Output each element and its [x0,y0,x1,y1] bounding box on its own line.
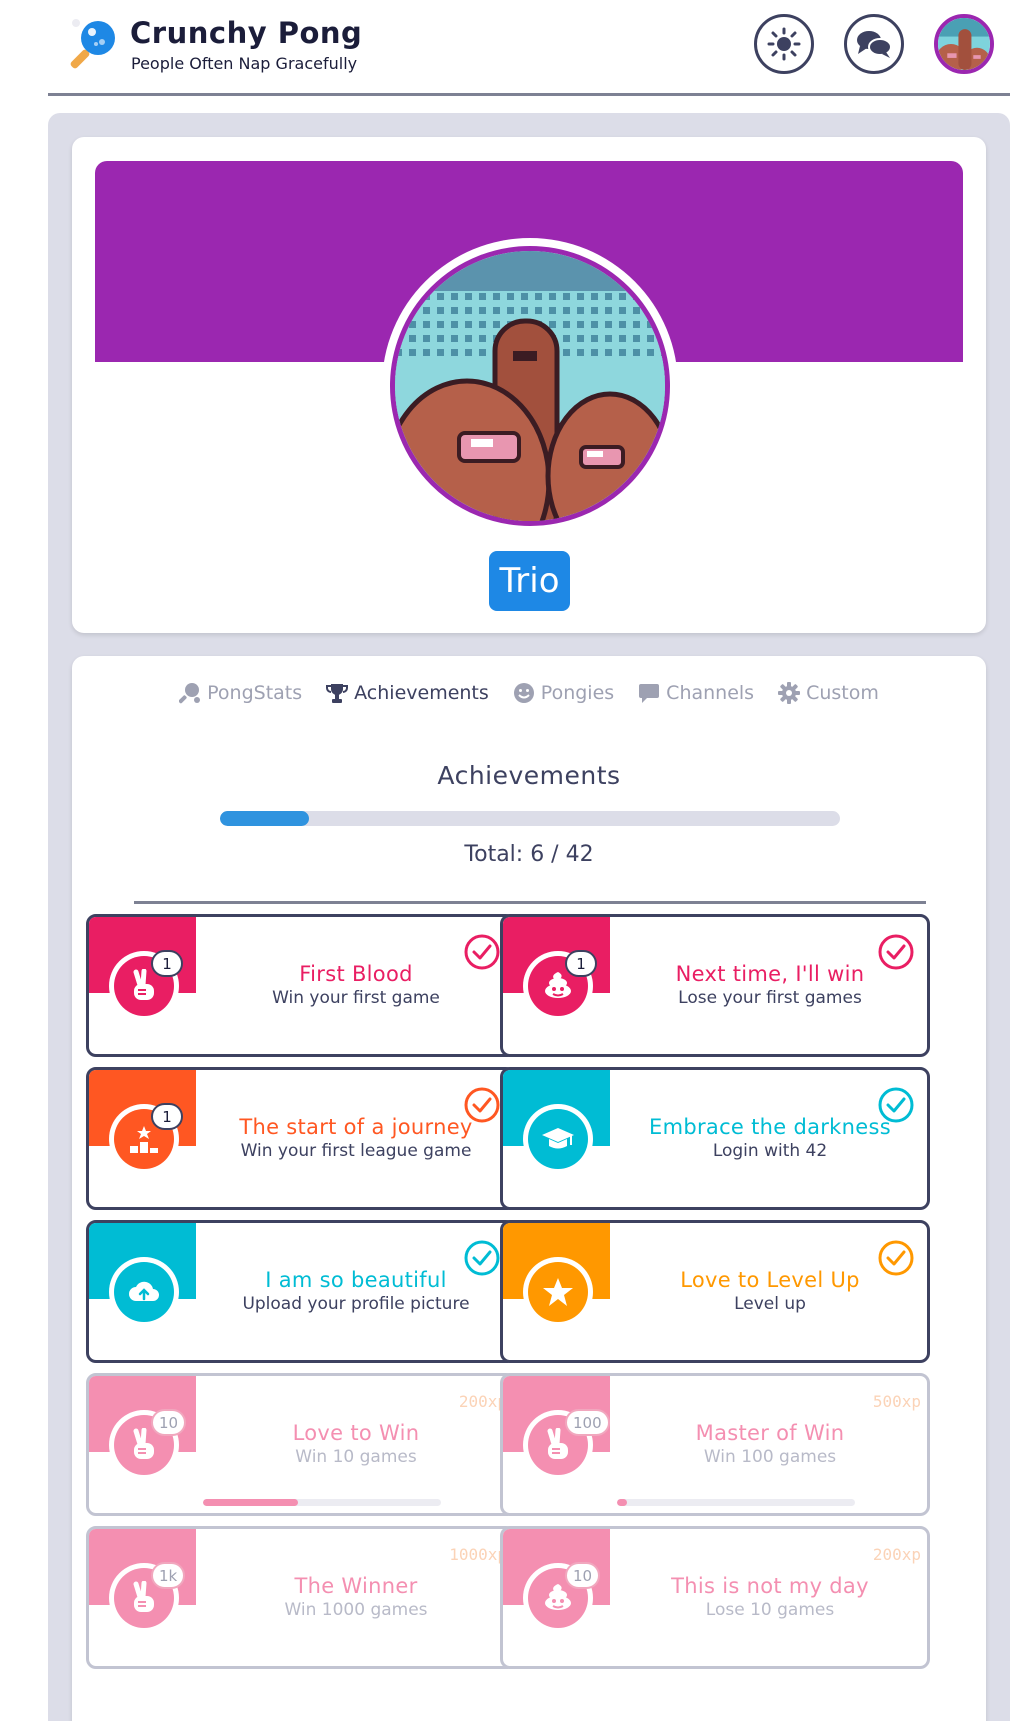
app-subtitle: People Often Nap Gracefully [131,54,358,73]
tab-custom[interactable]: Custom [778,682,879,704]
section-title: Achievements [437,761,621,790]
achievements-total: Total: 6 / 42 [464,842,594,867]
check-circle-icon [877,1239,915,1277]
achievement-description: Win 100 games [703,1447,837,1467]
achievement-count-badge: 10 [151,1409,187,1436]
tab-pongstats[interactable]: PongStats [179,682,302,704]
achievement-progress-fill [617,1499,627,1506]
achievement-card[interactable]: 1 First Blood Win your first game [86,914,516,1057]
check-circle-icon [463,1239,501,1277]
achievements-progress-fill [220,811,309,826]
achievement-count-badge: 10 [565,1562,601,1589]
section-divider [134,901,926,904]
check-circle-icon [877,1086,915,1124]
chat-bubble-icon [638,682,660,704]
sun-icon [767,27,801,61]
achievement-card[interactable]: 1 The start of a journey Win your first le… [86,1067,516,1210]
achievement-card[interactable]: 10 This is not my day Lose 10 games 200xp [500,1526,930,1669]
profile-tabs: PongStats Achievements Pongies Channels … [72,682,986,704]
graduation-cap-icon [528,1109,588,1169]
achievement-title: Master of Win [695,1421,845,1445]
achievement-description: Lose 10 games [705,1600,835,1620]
achievement-medal [523,1257,593,1327]
cloud-upload-icon [114,1262,174,1322]
star-icon [528,1262,588,1322]
app-title: Crunchy Pong [130,16,363,50]
smiley-icon [513,682,535,704]
achievement-description: Win your first game [272,988,440,1008]
tab-label: Channels [666,682,755,704]
achievement-medal [523,1104,593,1174]
top-header: Crunchy Pong People Often Nap Gracefully [48,0,1010,96]
tab-label: Pongies [540,682,615,704]
achievement-xp-reward: 500xp [872,1392,921,1411]
chat-button[interactable] [844,14,904,74]
achievement-card[interactable]: 100 Master of Win Win 100 games 500xp [500,1373,930,1516]
check-circle-icon [463,1086,501,1124]
achievement-card[interactable]: Embrace the darkness Login with 42 [500,1067,930,1210]
achievement-description: Login with 42 [712,1141,828,1161]
achievement-card[interactable]: 1 Next time, I'll win Lose your first game… [500,914,930,1057]
tab-label: PongStats [207,682,303,704]
achievement-title: Love to Win [292,1421,420,1445]
profile-card: Trio [72,137,986,633]
main-panel: Trio PongStats Achievements Pongies Chan… [48,113,1010,1721]
achievement-count-badge: 1 [151,950,183,977]
achievement-card[interactable]: 10 Love to Win Win 10 games 200xp [86,1373,516,1516]
achievement-title: The Winner [294,1574,418,1598]
pong-paddle-icon [179,682,201,704]
profile-picture[interactable] [390,246,670,526]
achievement-description: Win 10 games [295,1447,417,1467]
username-badge: Trio [489,551,570,611]
achievement-card[interactable]: I am so beautiful Upload your profile pic… [86,1220,516,1363]
chat-bubbles-icon [857,31,892,58]
achievement-medal [109,1257,179,1327]
tab-label: Achievements [354,682,489,704]
achievement-progress-bar [617,1499,855,1506]
achievement-count-badge: 1 [151,1103,183,1130]
gear-icon [778,682,801,704]
user-avatar-button[interactable] [934,14,994,74]
achievement-count-badge: 1 [565,950,597,977]
achievement-xp-reward: 200xp [872,1545,921,1564]
ping-pong-logo-icon[interactable] [68,18,120,70]
content-card: PongStats Achievements Pongies Channels … [72,656,986,1721]
check-circle-icon [463,933,501,971]
achievement-description: Win 1000 games [284,1600,428,1620]
achievement-card[interactable]: 1k The Winner Win 1000 games 1000xp [86,1526,516,1669]
tab-pongies[interactable]: Pongies [513,682,614,704]
tab-label: Custom [806,682,879,704]
profile-picture-frame [382,238,678,534]
tab-channels[interactable]: Channels [638,682,754,704]
achievement-progress-fill [203,1499,299,1506]
user-avatar [938,18,990,70]
achievements-progress-bar [220,811,840,826]
tab-achievements[interactable]: Achievements [326,682,489,704]
achievement-description: Upload your profile picture [242,1294,470,1314]
achievement-description: Level up [734,1294,806,1314]
achievement-description: Lose your first games [678,988,862,1008]
achievement-description: Win your first league game [240,1141,472,1161]
achievement-title: This is not my day [671,1574,869,1598]
check-circle-icon [877,933,915,971]
achievement-count-badge: 1k [151,1562,186,1589]
trophy-icon [326,682,349,704]
achievement-progress-bar [203,1499,441,1506]
theme-toggle-button[interactable] [754,14,814,74]
achievement-xp-reward: 1000xp [449,1545,507,1564]
achievement-card[interactable]: Love to Level Up Level up [500,1220,930,1363]
achievement-count-badge: 100 [565,1409,610,1436]
